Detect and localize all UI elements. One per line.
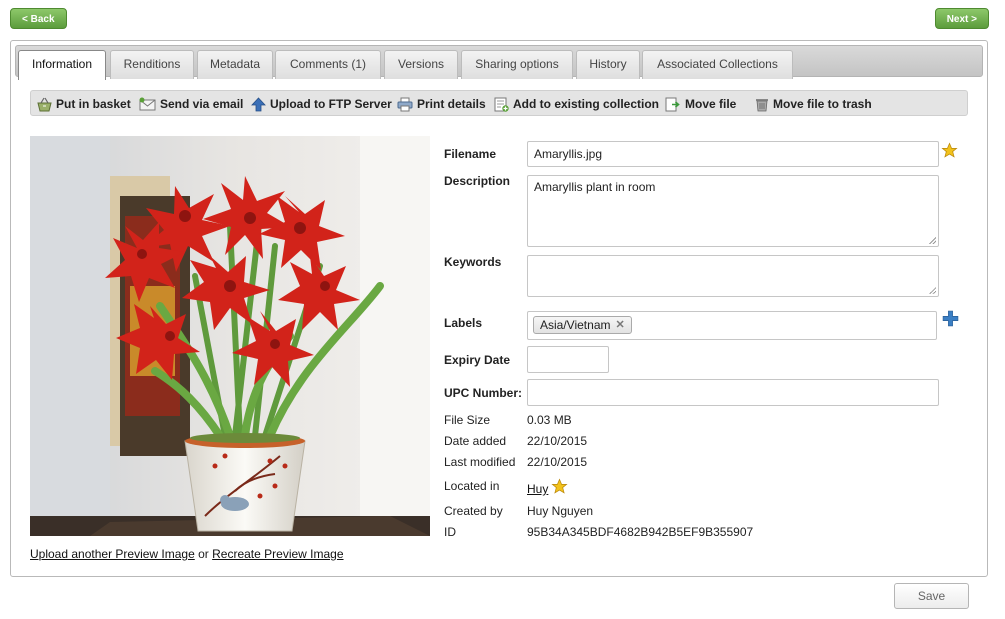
send-via-email-button[interactable]: Send via email: [139, 95, 243, 113]
file-size-value: 0.03 MB: [527, 413, 572, 427]
description-label: Description: [444, 174, 511, 188]
located-in-label: Located in: [444, 479, 500, 493]
created-by-value: Huy Nguyen: [527, 504, 594, 518]
upc-number-label: UPC Number:: [444, 386, 523, 400]
send-via-email-label: Send via email: [160, 97, 244, 111]
email-icon: [139, 97, 156, 110]
favorite-star-icon[interactable]: [941, 142, 958, 159]
or-text: or: [198, 547, 209, 561]
id-label: ID: [444, 525, 456, 539]
upload-preview-link[interactable]: Upload another Preview Image: [30, 547, 195, 561]
tab-metadata[interactable]: Metadata: [197, 50, 273, 79]
tab-comments[interactable]: Comments (1): [275, 50, 381, 79]
print-details-button[interactable]: Print details: [397, 95, 486, 113]
next-button[interactable]: Next >: [934, 8, 989, 29]
move-to-trash-label: Move file to trash: [773, 97, 872, 111]
move-to-trash-button[interactable]: Move file to trash: [755, 95, 872, 113]
add-label-plus-icon[interactable]: [942, 310, 959, 327]
tab-associated-collections[interactable]: Associated Collections: [642, 50, 793, 79]
label-chip-text: Asia/Vietnam: [540, 317, 611, 332]
add-collection-icon: [494, 97, 509, 112]
put-in-basket-button[interactable]: Put in basket: [37, 95, 131, 113]
last-modified-value: 22/10/2015: [527, 455, 588, 469]
basket-icon: [37, 97, 52, 111]
tab-sharing-options[interactable]: Sharing options: [461, 50, 573, 79]
recreate-preview-link[interactable]: Recreate Preview Image: [212, 547, 343, 561]
upc-number-field[interactable]: [527, 379, 939, 406]
asset-detail-panel: Information Renditions Metadata Comments…: [10, 40, 988, 577]
preview-image: [30, 136, 430, 536]
back-button[interactable]: < Back: [10, 8, 67, 29]
remove-label-icon[interactable]: ✕: [615, 317, 624, 334]
action-toolbar: Put in basket Send via email Upload to F…: [30, 90, 968, 116]
upload-ftp-label: Upload to FTP Server: [270, 97, 392, 111]
upload-ftp-button[interactable]: Upload to FTP Server: [251, 95, 392, 113]
tab-renditions[interactable]: Renditions: [110, 50, 194, 79]
last-modified-label: Last modified: [444, 455, 516, 469]
put-in-basket-label: Put in basket: [56, 97, 131, 111]
move-file-icon: [665, 97, 680, 111]
keywords-label: Keywords: [444, 255, 502, 269]
expiry-date-label: Expiry Date: [444, 353, 511, 367]
expiry-date-field[interactable]: [527, 346, 609, 373]
move-file-button[interactable]: Move file: [665, 95, 736, 113]
labels-field[interactable]: Asia/Vietnam ✕: [527, 311, 937, 340]
date-added-value: 22/10/2015: [527, 434, 588, 448]
amaryllis-photo: [30, 136, 430, 536]
file-size-label: File Size: [444, 413, 491, 427]
upload-arrow-icon: [251, 96, 266, 111]
id-value: 95B34A345BDF4682B942B5EF9B355907: [527, 525, 754, 539]
tab-versions[interactable]: Versions: [384, 50, 458, 79]
label-chip: Asia/Vietnam ✕: [533, 316, 632, 334]
located-in-link[interactable]: Huy: [527, 482, 548, 496]
labels-label: Labels: [444, 316, 483, 330]
printer-icon: [397, 97, 413, 111]
located-in-value: Huy: [527, 482, 548, 496]
trash-icon: [756, 98, 768, 111]
filename-label: Filename: [444, 147, 497, 161]
print-details-label: Print details: [417, 97, 486, 111]
keywords-field[interactable]: [527, 255, 939, 297]
filename-field[interactable]: Amaryllis.jpg: [527, 141, 939, 167]
description-field[interactable]: Amaryllis plant in room: [527, 175, 939, 247]
move-file-label: Move file: [685, 97, 737, 111]
tab-bar: Information Renditions Metadata Comments…: [15, 45, 983, 80]
tab-history[interactable]: History: [576, 50, 640, 79]
add-to-collection-button[interactable]: Add to existing collection: [494, 95, 659, 113]
tab-information[interactable]: Information: [18, 50, 106, 80]
save-button[interactable]: Save: [894, 583, 969, 609]
location-star-icon: [551, 478, 568, 494]
date-added-label: Date added: [444, 434, 507, 448]
preview-links: Upload another Preview Image or Recreate…: [30, 547, 344, 561]
add-to-collection-label: Add to existing collection: [513, 97, 660, 111]
created-by-label: Created by: [444, 504, 503, 518]
